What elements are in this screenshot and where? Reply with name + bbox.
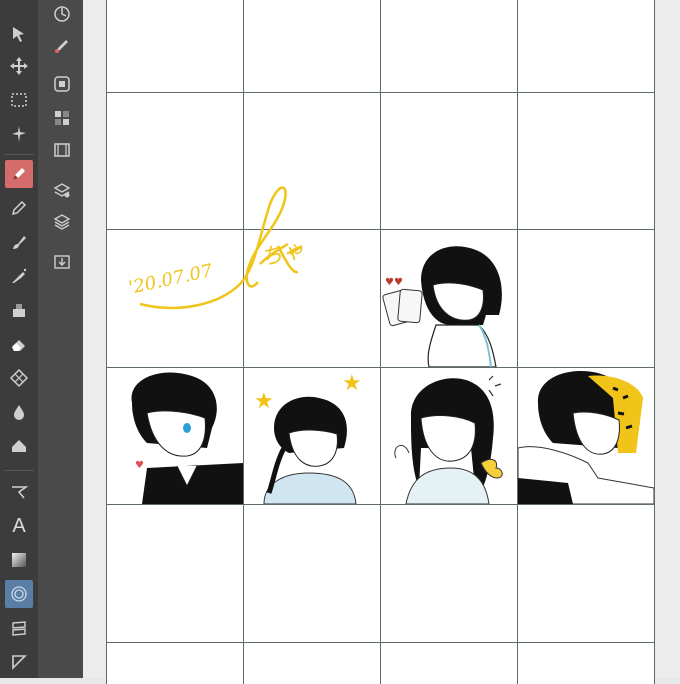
color-set-icon[interactable] — [48, 104, 76, 132]
signature: '20.07.07 ちゃ — [120, 174, 340, 324]
svg-text:★: ★ — [342, 371, 362, 396]
text-icon[interactable]: A — [5, 512, 33, 540]
tool-separator — [4, 154, 34, 155]
drawing-page[interactable]: '20.07.07 ちゃ ♥♥ ♥ ★ ★ — [106, 0, 655, 684]
color-wheel-icon[interactable] — [48, 70, 76, 98]
pen-icon[interactable] — [5, 160, 33, 188]
illustration-card-boy-braid: ★ ★ — [244, 368, 380, 504]
grid-line — [243, 0, 244, 684]
svg-text:♥♥: ♥♥ — [385, 277, 403, 288]
illustration-card-girl-bow — [381, 368, 517, 504]
decoration-icon[interactable] — [5, 296, 33, 324]
tool-separator — [4, 470, 34, 471]
auto-select-icon[interactable] — [5, 120, 33, 148]
gradation-icon[interactable] — [5, 546, 33, 574]
svg-text:★: ★ — [254, 389, 274, 414]
eraser-icon[interactable] — [5, 330, 33, 358]
layers-icon[interactable] — [48, 208, 76, 236]
grid-line — [106, 504, 655, 505]
grid-line — [517, 0, 518, 684]
blend-icon[interactable] — [5, 364, 33, 392]
ruler-icon[interactable] — [5, 580, 33, 608]
grid-line — [106, 0, 107, 684]
text-tool-label: A — [12, 514, 26, 537]
grid-line — [106, 92, 655, 93]
navigator-icon[interactable] — [48, 0, 76, 28]
layer-property-icon[interactable] — [48, 176, 76, 204]
illustration-card-boy-bandana — [518, 368, 654, 504]
timeline-icon[interactable] — [48, 136, 76, 164]
correct-line-icon[interactable] — [5, 648, 33, 676]
signature-stroke — [139, 186, 303, 310]
balloon-icon[interactable] — [5, 478, 33, 506]
illustration-card-boy-ninja: ♥ — [107, 368, 243, 504]
illustration-card-girl: ♥♥ — [381, 230, 517, 367]
selection-icon[interactable] — [5, 86, 33, 114]
operation-icon[interactable] — [5, 20, 33, 48]
sub-tool-icon[interactable] — [48, 32, 76, 60]
pencil-icon[interactable] — [5, 194, 33, 222]
grid-line — [654, 0, 655, 684]
frame-icon[interactable] — [5, 614, 33, 642]
grid-line — [106, 642, 655, 643]
material-icon[interactable] — [48, 248, 76, 276]
figure-icon[interactable] — [5, 432, 33, 460]
palette-bar — [38, 0, 83, 678]
airbrush-icon[interactable] — [5, 262, 33, 290]
svg-text:♥: ♥ — [135, 460, 144, 471]
brush-icon[interactable] — [5, 228, 33, 256]
move-icon[interactable] — [5, 52, 33, 80]
tool-bar: A — [0, 0, 38, 678]
fill-icon[interactable] — [5, 398, 33, 426]
